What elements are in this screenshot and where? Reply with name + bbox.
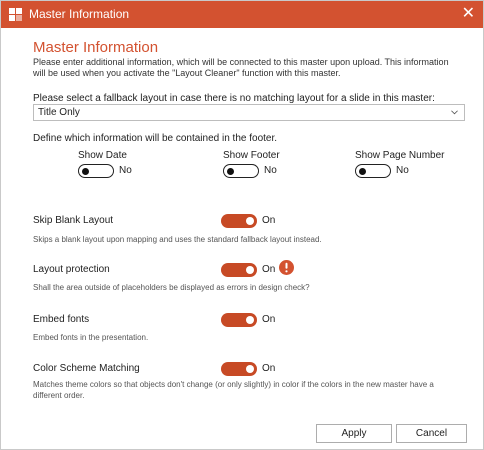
master-information-dialog: Master Information ✕ Master Information … (0, 0, 484, 450)
chevron-down-icon (451, 110, 458, 115)
apply-button[interactable]: Apply (316, 424, 392, 443)
skip-blank-layout-title: Skip Blank Layout (33, 215, 114, 226)
show-footer-toggle[interactable] (223, 164, 259, 178)
app-icon (9, 8, 22, 21)
show-footer-label: Show Footer (223, 150, 280, 161)
fallback-layout-value: Title Only (38, 107, 80, 118)
cancel-button[interactable]: Cancel (396, 424, 467, 443)
show-footer-state: No (264, 165, 277, 176)
footer-section-label: Define which information will be contain… (33, 133, 278, 144)
embed-fonts-description: Embed fonts in the presentation. (33, 333, 149, 342)
embed-fonts-state: On (262, 314, 276, 325)
skip-blank-layout-state: On (262, 215, 276, 226)
toggle-knob (227, 167, 234, 175)
show-date-toggle[interactable] (78, 164, 114, 178)
toggle-knob (82, 167, 89, 175)
color-scheme-matching-toggle[interactable] (221, 362, 257, 376)
skip-blank-layout-description: Skips a blank layout upon mapping and us… (33, 235, 322, 244)
toggle-knob (246, 365, 254, 373)
layout-protection-title: Layout protection (33, 264, 110, 275)
show-page-number-toggle[interactable] (355, 164, 391, 178)
color-scheme-matching-title: Color Scheme Matching (33, 363, 140, 374)
window-title: Master Information (29, 7, 130, 21)
show-date-label: Show Date (78, 150, 127, 161)
toggle-knob (246, 316, 254, 324)
embed-fonts-title: Embed fonts (33, 314, 90, 325)
exclamation-icon (279, 260, 294, 275)
fallback-layout-label: Please select a fallback layout in case … (33, 93, 435, 104)
layout-protection-state: On (262, 264, 276, 275)
color-scheme-matching-state: On (262, 363, 276, 374)
title-bar: Master Information ✕ (1, 1, 483, 28)
layout-protection-description: Shall the area outside of placeholders b… (33, 283, 310, 292)
intro-text: Please enter additional information, whi… (33, 57, 449, 78)
layout-protection-toggle[interactable] (221, 263, 257, 277)
show-page-number-label: Show Page Number (355, 150, 445, 161)
toggle-knob (246, 217, 254, 225)
close-button[interactable]: ✕ (462, 4, 475, 24)
page-heading: Master Information (33, 39, 159, 56)
fallback-layout-select[interactable]: Title Only (33, 104, 465, 121)
show-date-state: No (119, 165, 132, 176)
embed-fonts-toggle[interactable] (221, 313, 257, 327)
toggle-knob (246, 266, 254, 274)
show-page-number-state: No (396, 165, 409, 176)
skip-blank-layout-toggle[interactable] (221, 214, 257, 228)
toggle-knob (359, 167, 366, 175)
color-scheme-matching-description: Matches theme colors so that objects don… (33, 380, 434, 400)
